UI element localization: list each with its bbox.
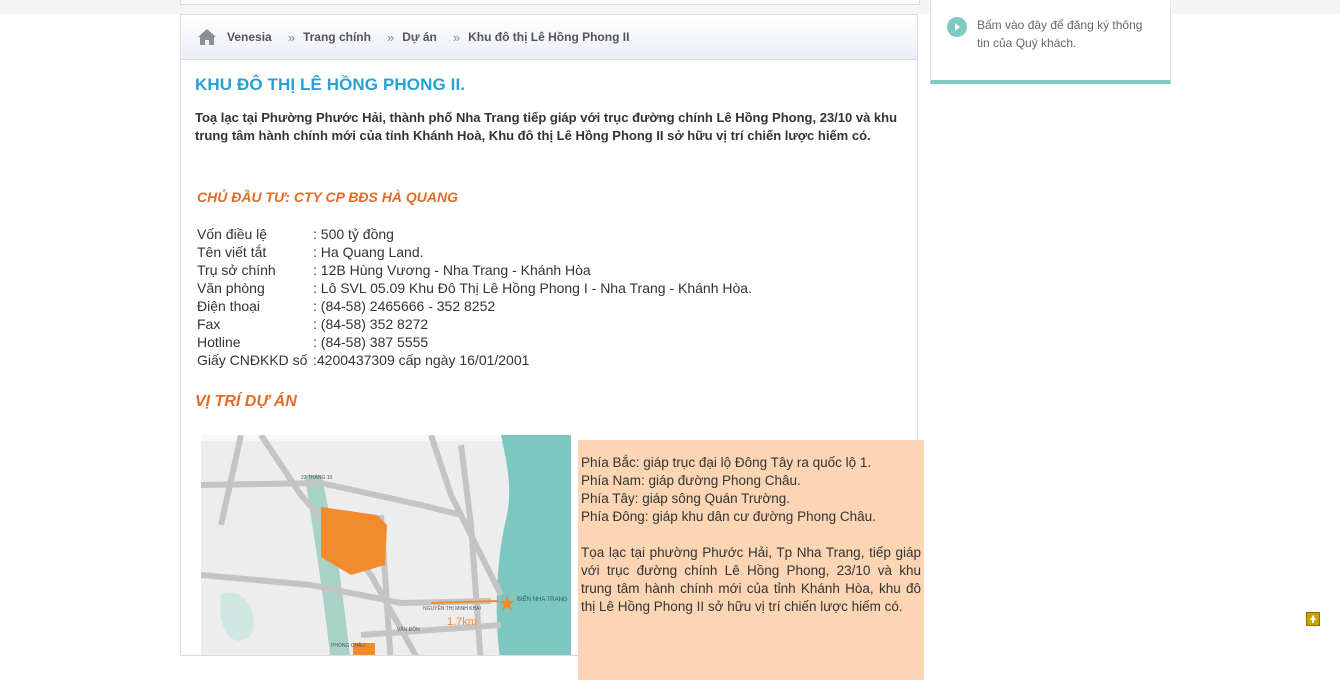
info-key: Văn phòng — [197, 280, 265, 296]
info-row: Văn phòng : Lô SVL 05.09 Khu Đô Thị Lê Hồ… — [197, 279, 752, 297]
info-row: Tên viết tắt : Ha Quang Land. — [197, 243, 752, 261]
map-label-road: NGUYỄN THỊ MINH KHAI — [423, 605, 481, 612]
scroll-to-top-icon[interactable] — [1306, 612, 1320, 626]
info-value: : 12B Hùng Vương - Nha Trang - Khánh Hòa — [313, 262, 591, 278]
chevron-right-icon: » — [386, 29, 395, 45]
info-key: Trụ sở chính — [197, 262, 276, 278]
info-value: : Ha Quang Land. — [313, 244, 424, 260]
chevron-right-icon: » — [287, 29, 295, 45]
info-key: Hotline — [197, 334, 241, 350]
location-map-image: BIỂN NHA TRANG 1.7km NGUYỄN THỊ MINH KHA… — [201, 435, 571, 655]
info-row: Fax : (84-58) 352 8272 — [197, 315, 752, 333]
info-key: Fax — [197, 316, 221, 332]
breadcrumb-item-current[interactable]: Khu đô thị Lê Hồng Phong II — [468, 30, 629, 44]
location-heading: VỊ TRÍ DỰ ÁN — [195, 393, 297, 410]
info-row: Vốn điều lệ : 500 tỷ đồng — [197, 225, 752, 243]
map-graphic: BIỂN NHA TRANG 1.7km NGUYỄN THỊ MINH KHA… — [201, 435, 571, 655]
info-row: Hotline : (84-58) 387 5555 — [197, 333, 752, 351]
info-value: : (84-58) 352 8272 — [313, 316, 429, 332]
location-line: Phía Tây: giáp sông Quán Trường. — [581, 491, 791, 506]
info-key: Giấy CNĐKKD số — [197, 352, 308, 368]
map-label-distance: 1.7km — [447, 616, 477, 628]
page-title: KHU ĐÔ THỊ LÊ HỒNG PHONG II. — [195, 75, 466, 94]
home-icon[interactable] — [197, 28, 217, 46]
breadcrumb-item-home[interactable]: Venesia — [227, 30, 272, 44]
info-key: Điện thoại — [197, 298, 261, 314]
map-label-road: VÂN ĐỒN — [397, 626, 420, 633]
map-label-road: PHONG CHÂU — [331, 642, 365, 649]
breadcrumb-item-projects[interactable]: Dự án — [402, 30, 437, 44]
map-label-road: 23 THÁNG 10 — [301, 474, 333, 481]
company-info: Vốn điều lệ : 500 tỷ đồng Tên viết tắt : H… — [197, 225, 752, 369]
info-row: Giấy CNĐKKD số :4200437309 cấp ngày 16/0… — [197, 351, 752, 369]
location-description-box: Phía Bắc: giáp trục đại lộ Đông Tây ra q… — [578, 440, 924, 680]
register-box[interactable]: Bấm vào đây để đăng ký thông tin của Quý… — [930, 0, 1171, 84]
info-row: Điện thoại : (84-58) 2465666 - 352 8252 — [197, 297, 752, 315]
play-arrow-icon[interactable] — [947, 17, 967, 37]
location-line: Phía Bắc: giáp trục đại lộ Đông Tây ra q… — [581, 455, 872, 470]
info-value: : (84-58) 387 5555 — [313, 334, 429, 350]
breadcrumb-label[interactable]: Venesia — [227, 30, 272, 44]
breadcrumb-item-main-page[interactable]: Trang chính — [303, 30, 371, 44]
register-link[interactable]: Bấm vào đây để đăng ký thông tin của Quý… — [977, 16, 1157, 52]
info-row: Trụ sở chính : 12B Hùng Vương - Nha Trang… — [197, 261, 752, 279]
intro-paragraph: Toạ lạc tại Phường Phước Hải, thành phố … — [195, 110, 898, 143]
location-line: Phía Nam: giáp đường Phong Châu. — [581, 473, 801, 488]
location-line: Phía Đông: giáp khu dân cư đường Phong C… — [581, 509, 876, 524]
info-value: : Lô SVL 05.09 Khu Đô Thị Lê Hồng Phong … — [313, 280, 752, 296]
info-key: Vốn điều lệ — [197, 226, 268, 242]
previous-panel-edge — [180, 0, 920, 5]
info-value: : 500 tỷ đồng — [313, 226, 394, 242]
breadcrumb: Venesia » Trang chính » Dự án » Khu đô t… — [181, 15, 917, 60]
location-paragraph: Tọa lạc tại phường Phước Hải, Tp Nha Tra… — [581, 545, 921, 614]
info-key: Tên viết tắt — [197, 244, 267, 260]
map-label-sea: BIỂN NHA TRANG — [517, 596, 568, 603]
chevron-right-icon: » — [452, 29, 461, 45]
info-value: : (84-58) 2465666 - 352 8252 — [313, 298, 496, 314]
info-value: :4200437309 cấp ngày 16/01/2001 — [313, 352, 530, 368]
investor-heading: CHỦ ĐẦU TƯ: CTY CP BĐS HÀ QUANG — [197, 189, 458, 205]
